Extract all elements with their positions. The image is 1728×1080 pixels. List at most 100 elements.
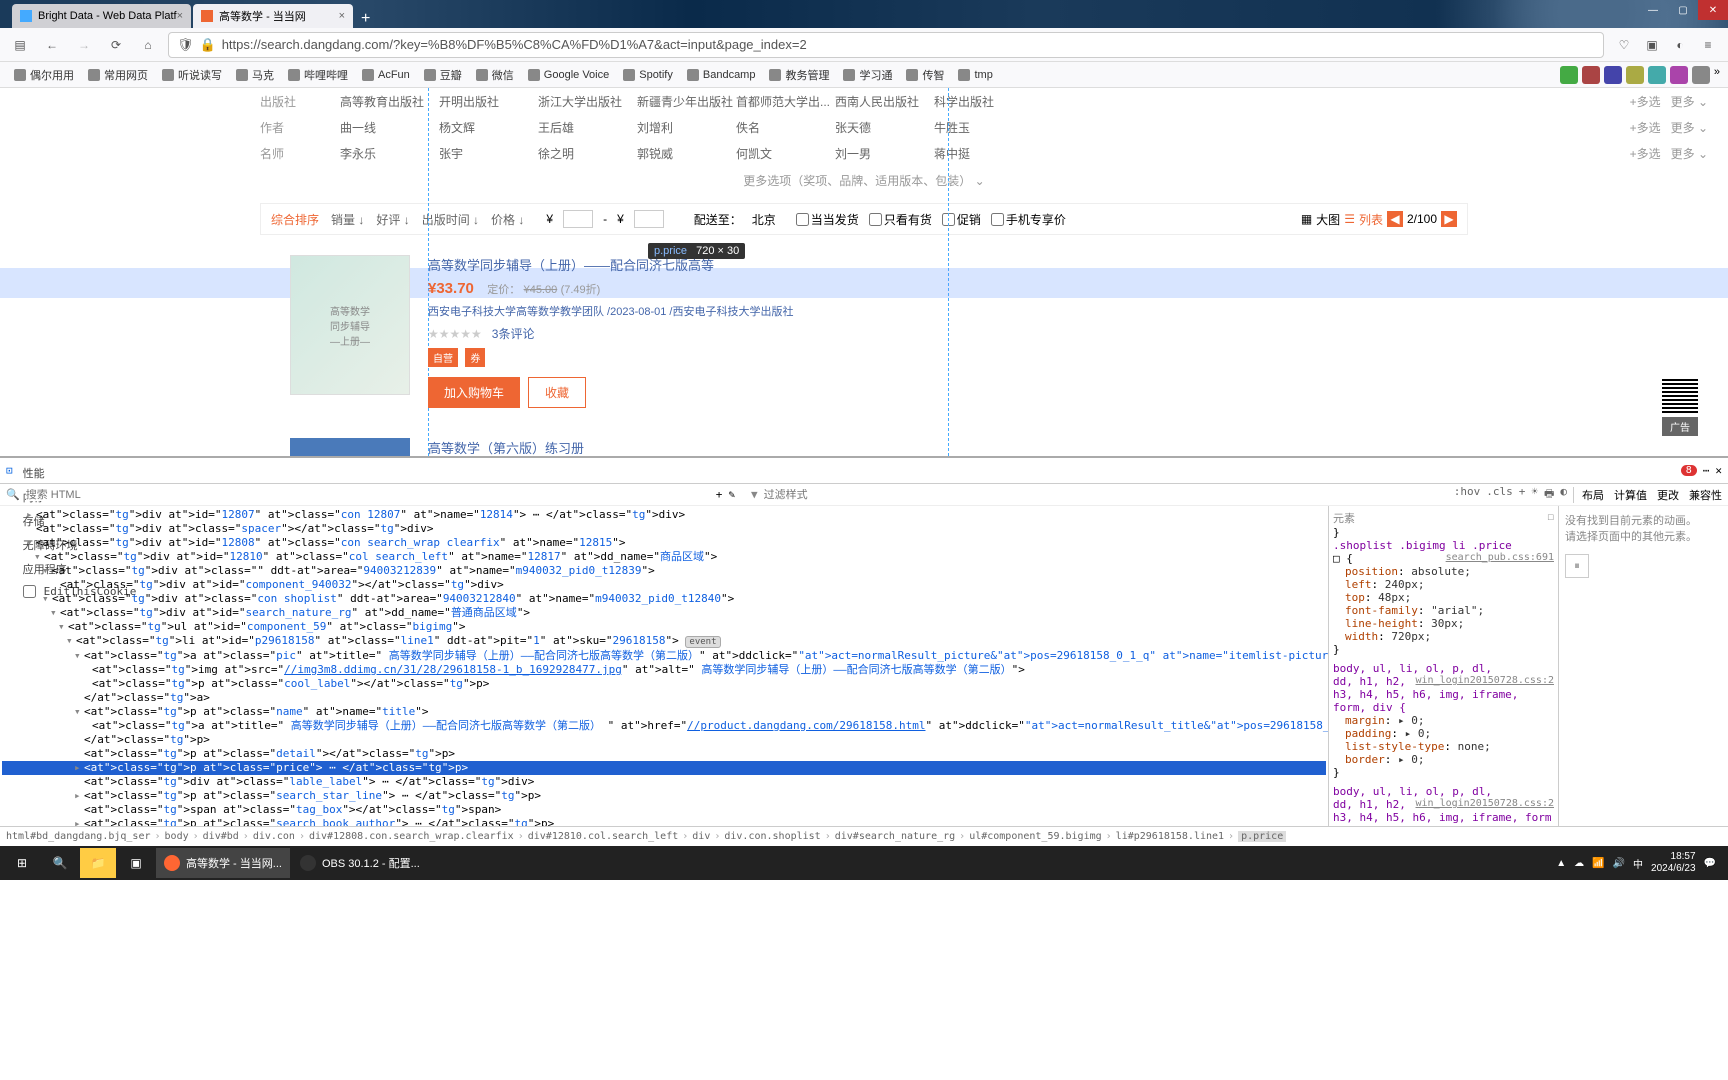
view-big-label[interactable]: 大图 bbox=[1316, 211, 1340, 228]
system-clock[interactable]: 18:57 2024/6/23 bbox=[1651, 851, 1696, 875]
breadcrumb-item[interactable]: div#12810.col.search_left bbox=[528, 831, 679, 842]
browser-tab-2[interactable]: 高等数学 - 当当网 × bbox=[193, 4, 353, 28]
dom-node[interactable]: ▸<at">class="tg">p at">class="search_sta… bbox=[2, 789, 1326, 803]
sort-option[interactable]: 销量 ↓ bbox=[331, 213, 364, 227]
light-icon[interactable]: ☀ bbox=[1531, 485, 1538, 504]
contrast-icon[interactable]: ◐ bbox=[1560, 485, 1567, 504]
view-list-label[interactable]: 列表 bbox=[1359, 211, 1383, 228]
filter-option[interactable]: 佚名 bbox=[736, 119, 835, 136]
favorite-button[interactable]: 收藏 bbox=[528, 377, 586, 408]
ship-city[interactable]: 北京 bbox=[752, 211, 776, 228]
bookmark-item[interactable]: 学习通 bbox=[837, 65, 898, 85]
breadcrumb-item[interactable]: div bbox=[692, 831, 710, 842]
dom-search-input[interactable] bbox=[26, 489, 710, 501]
dom-node[interactable]: ▸<at">class="tg">p at">class="search_boo… bbox=[2, 817, 1326, 826]
filter-option[interactable]: 徐之明 bbox=[538, 145, 637, 162]
breadcrumb-item[interactable]: html#bd_dangdang.bjq_ser bbox=[6, 831, 151, 842]
list-view-icon[interactable]: ☰ bbox=[1344, 212, 1355, 226]
filter-option[interactable]: 刘一男 bbox=[835, 145, 934, 162]
close-button[interactable]: ✕ bbox=[1698, 0, 1728, 20]
dom-node[interactable]: ▾<at">class="tg">div at">id="search_natu… bbox=[2, 606, 1326, 620]
more-options-toggle[interactable]: 更多选项（奖项、品牌、适用版本、包装） ⌄ bbox=[0, 166, 1728, 195]
back-button[interactable]: ← bbox=[40, 33, 64, 57]
dom-node[interactable]: ▾<at">class="tg">ul at">id="component_59… bbox=[2, 620, 1326, 634]
bookmark-item[interactable]: 教务管理 bbox=[763, 65, 835, 85]
filter-option[interactable]: 新疆青少年出版社 bbox=[637, 93, 736, 110]
tray-icon[interactable]: ▲ bbox=[1556, 858, 1566, 869]
multi-select[interactable]: +多选 bbox=[1630, 93, 1661, 110]
filter-option[interactable]: 高等教育出版社 bbox=[340, 93, 439, 110]
breadcrumb[interactable]: html#bd_dangdang.bjq_ser›body›div#bd›div… bbox=[0, 826, 1728, 846]
filter-option[interactable]: 曲一线 bbox=[340, 119, 439, 136]
bookmark-item[interactable]: 常用网页 bbox=[82, 65, 154, 85]
minimize-button[interactable]: — bbox=[1638, 0, 1668, 20]
bookmark-item[interactable]: Spotify bbox=[617, 65, 679, 85]
filter-option[interactable]: 浙江大学出版社 bbox=[538, 93, 637, 110]
search-icon[interactable]: 🔍 bbox=[42, 848, 78, 878]
breadcrumb-item[interactable]: p.price bbox=[1238, 831, 1286, 842]
price-min-input[interactable] bbox=[563, 210, 593, 228]
devtools-close-icon[interactable]: ✕ bbox=[1715, 464, 1722, 477]
bookmark-item[interactable]: 哔哩哔哩 bbox=[282, 65, 354, 85]
dom-node[interactable]: </at">class="tg">a> bbox=[2, 691, 1326, 705]
dom-node[interactable]: <at">class="tg">span at">class="tag_box"… bbox=[2, 803, 1326, 817]
sort-option[interactable]: 出版时间 ↓ bbox=[422, 213, 479, 227]
breadcrumb-item[interactable]: ul#component_59.bigimg bbox=[969, 831, 1101, 842]
browser-tab-1[interactable]: Bright Data - Web Data Platf × bbox=[12, 4, 191, 28]
product-title[interactable]: 高等数学同步辅导（上册）——配合同济七版高等 bbox=[428, 255, 1728, 274]
close-icon[interactable]: × bbox=[339, 10, 345, 22]
dom-node[interactable]: ▾<at">class="tg">div at">class="" ddt-at… bbox=[2, 564, 1326, 578]
dom-node[interactable]: ▾<at">class="tg">div at">class="con shop… bbox=[2, 592, 1326, 606]
sort-option[interactable]: 好评 ↓ bbox=[376, 213, 409, 227]
devtools-tab[interactable]: 性能 bbox=[15, 461, 145, 485]
bookmark-item[interactable]: tmp bbox=[952, 65, 998, 85]
breadcrumb-item[interactable]: div.con bbox=[253, 831, 295, 842]
filter-option[interactable]: 王后雄 bbox=[538, 119, 637, 136]
expand-toggle[interactable]: 更多 ⌄ bbox=[1671, 119, 1708, 136]
filter-checkbox[interactable]: 只看有货 bbox=[869, 211, 932, 228]
account-icon[interactable]: ◐ bbox=[1668, 33, 1692, 57]
ext-icon[interactable] bbox=[1626, 66, 1644, 84]
breadcrumb-item[interactable]: body bbox=[165, 831, 189, 842]
bookmark-item[interactable]: Google Voice bbox=[522, 65, 615, 85]
maximize-button[interactable]: ▢ bbox=[1668, 0, 1698, 20]
menu-icon[interactable]: ≡ bbox=[1696, 33, 1720, 57]
dom-node[interactable]: ▸<at">class="tg">div at">id="12807" at">… bbox=[2, 508, 1326, 522]
dom-node[interactable]: ▾<at">class="tg">div at">id="12808" at">… bbox=[2, 536, 1326, 550]
extensions-icon[interactable]: ▣ bbox=[1640, 33, 1664, 57]
dom-node[interactable]: <at">class="tg">p at">class="detail"></a… bbox=[2, 747, 1326, 761]
filter-option[interactable]: 李永乐 bbox=[340, 145, 439, 162]
filter-option[interactable]: 杨文辉 bbox=[439, 119, 538, 136]
dom-node[interactable]: <at">class="tg">div at">class="spacer"><… bbox=[2, 522, 1326, 536]
breadcrumb-item[interactable]: div#bd bbox=[203, 831, 239, 842]
layout-tab[interactable]: 更改 bbox=[1657, 487, 1679, 503]
dom-node[interactable]: <at">class="tg">a at">title=" 高等数学同步辅导（上… bbox=[2, 719, 1326, 733]
layout-tab[interactable]: 兼容性 bbox=[1689, 487, 1722, 503]
sort-option[interactable]: 价格 ↓ bbox=[491, 213, 524, 227]
dom-node[interactable]: ▸<at">class="tg">p at">class="price"> ⋯ … bbox=[2, 761, 1326, 775]
dom-node[interactable]: <at">class="tg">img at">src="//img3m8.dd… bbox=[2, 663, 1326, 677]
ext-icon[interactable] bbox=[1560, 66, 1578, 84]
inspect-icon[interactable]: ⊡ bbox=[6, 464, 13, 477]
filter-option[interactable]: 首都师范大学出... bbox=[736, 93, 835, 110]
notifications-icon[interactable]: 💬 bbox=[1704, 858, 1716, 869]
explorer-icon[interactable]: 📁 bbox=[80, 848, 116, 878]
bookmark-item[interactable]: AcFun bbox=[356, 65, 416, 85]
devtools-menu-icon[interactable]: ⋯ bbox=[1703, 464, 1710, 477]
filter-option[interactable]: 西南人民出版社 bbox=[835, 93, 934, 110]
filter-option[interactable]: 张天德 bbox=[835, 119, 934, 136]
layout-tab[interactable]: 布局 bbox=[1582, 487, 1604, 503]
ext-icon[interactable] bbox=[1582, 66, 1600, 84]
terminal-icon[interactable]: ▣ bbox=[118, 848, 154, 878]
breadcrumb-item[interactable]: div#12808.con.search_wrap.clearfix bbox=[309, 831, 514, 842]
sort-option[interactable]: 综合排序 bbox=[271, 213, 319, 227]
grid-view-icon[interactable]: ▦ bbox=[1301, 212, 1312, 226]
address-bar[interactable]: 🛡 🔒 https://search.dangdang.com/?key=%B8… bbox=[168, 32, 1604, 58]
filter-checkbox[interactable]: 当当发货 bbox=[796, 211, 859, 228]
sidebar-toggle-icon[interactable]: ▤ bbox=[8, 33, 32, 57]
home-button[interactable]: ⌂ bbox=[136, 33, 160, 57]
reload-button[interactable]: ⟳ bbox=[104, 33, 128, 57]
dom-node[interactable]: ▾<at">class="tg">li at">id="p29618158" a… bbox=[2, 634, 1326, 649]
tray-icon[interactable]: 📶 bbox=[1592, 858, 1604, 869]
dom-node[interactable]: <at">class="tg">div at">id="component_94… bbox=[2, 578, 1326, 592]
